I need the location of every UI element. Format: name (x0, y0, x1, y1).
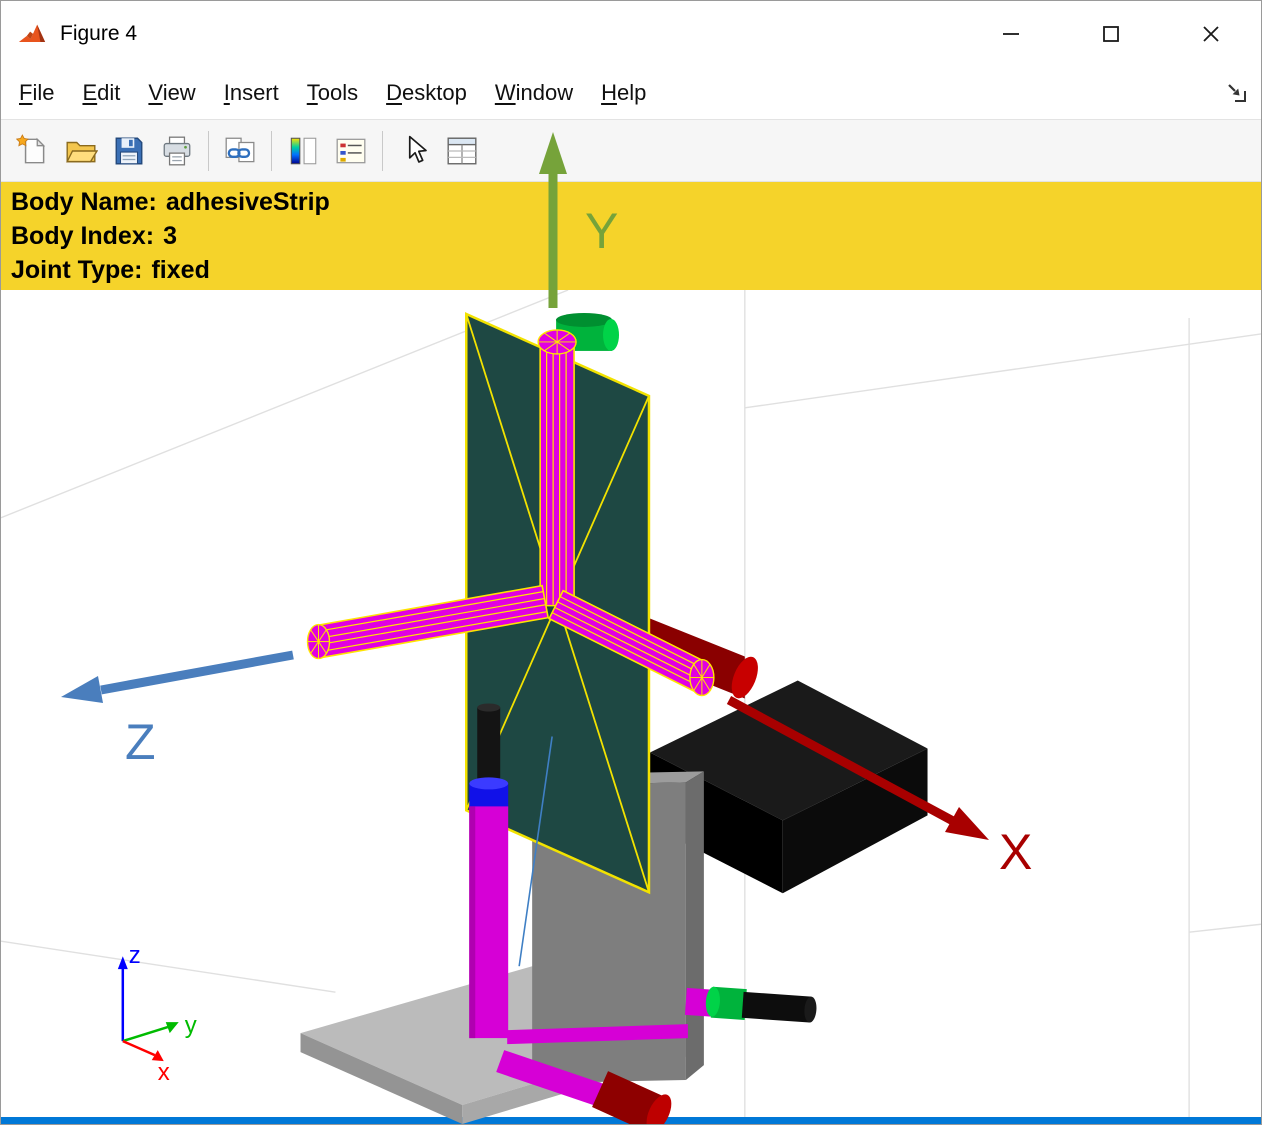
menu-window-rest: indow (515, 80, 574, 105)
body-index-value: 3 (163, 222, 177, 250)
window-controls (961, 1, 1261, 67)
menu-edit-mnemonic: E (82, 80, 98, 105)
scene-canvas[interactable]: z y x (1, 290, 1261, 1124)
insert-legend-icon (336, 138, 366, 163)
toolbar-separator (208, 130, 209, 171)
menu-window[interactable]: Window (481, 80, 587, 106)
body-index-label: Body Index: (11, 222, 155, 250)
menu-file-mnemonic: F (19, 80, 33, 105)
figure-toolbar (1, 119, 1261, 182)
print-figure-button[interactable] (153, 127, 201, 175)
menu-desktop[interactable]: Desktop (372, 80, 481, 106)
dock-figure-button[interactable] (1225, 81, 1249, 105)
joint-type-value: fixed (151, 256, 210, 284)
open-file-button[interactable] (57, 127, 105, 175)
body-name-label: Body Name: (11, 188, 157, 216)
titlebar: Figure 4 (1, 1, 1261, 67)
window-title: Figure 4 (60, 22, 138, 45)
menubar: File Edit View Insert Tools Desktop Wind… (1, 67, 1261, 119)
menu-edit-rest: dit (97, 80, 121, 105)
figure-window: Figure 4 File Edit View Insert Tools Des… (0, 0, 1262, 1125)
body-name-value: adhesiveStrip (165, 188, 330, 216)
info-banner: Body Name: adhesiveStrip Body Index: 3 Joi… (1, 182, 1261, 290)
menu-tools-mnemonic: T (306, 80, 318, 105)
insert-colorbar-button[interactable] (279, 127, 327, 175)
menu-view[interactable]: View (134, 80, 209, 106)
menu-help[interactable]: Help (587, 80, 660, 106)
toolbar-separator (271, 130, 272, 171)
menu-tools[interactable]: Tools (293, 80, 372, 106)
save-figure-icon (115, 137, 143, 164)
joint-type-label: Joint Type: (11, 256, 143, 284)
print-figure-icon (163, 136, 191, 165)
menu-desktop-rest: esktop (402, 80, 467, 105)
close-button[interactable] (1161, 1, 1261, 67)
toolbar-separator (382, 130, 383, 171)
new-figure-button[interactable] (9, 127, 57, 175)
menu-view-mnemonic: V (148, 80, 163, 105)
menu-tools-rest: ools (317, 80, 359, 105)
menu-view-rest: iew (162, 80, 196, 105)
edit-plot-icon (408, 135, 427, 163)
insert-legend-button[interactable] (327, 127, 375, 175)
minimize-icon (1003, 33, 1019, 35)
body-index-line: Body Index: 3 (11, 219, 1251, 253)
link-plot-icon (225, 137, 255, 162)
dock-arrow-icon (1228, 84, 1246, 102)
body-name-line: Body Name: adhesiveStrip (11, 185, 1251, 219)
insert-colorbar-icon (290, 137, 317, 164)
maximize-button[interactable] (1061, 1, 1161, 67)
triad-z-label: z (129, 942, 141, 969)
menu-help-rest: elp (616, 80, 647, 105)
close-icon (1203, 26, 1219, 42)
menu-insert-rest: nsert (229, 80, 279, 105)
edit-plot-button[interactable] (390, 127, 438, 175)
menu-file-rest: ile (32, 80, 55, 105)
figure-canvas[interactable]: z y x (1, 290, 1261, 1124)
property-inspector-button[interactable] (438, 127, 486, 175)
menu-file[interactable]: File (5, 80, 68, 106)
menu-desktop-mnemonic: D (386, 80, 402, 105)
link-plot-button[interactable] (216, 127, 264, 175)
menu-edit[interactable]: Edit (68, 80, 134, 106)
maximize-icon (1103, 26, 1119, 42)
matlab-logo-icon (18, 24, 46, 42)
open-file-icon (66, 141, 98, 162)
triad-x-label: x (158, 1059, 170, 1086)
property-inspector-icon (447, 137, 477, 164)
menu-insert[interactable]: Insert (210, 80, 293, 106)
triad-y-label: y (185, 1012, 197, 1039)
menu-help-mnemonic: H (601, 80, 617, 105)
new-figure-icon (16, 133, 46, 163)
save-figure-button[interactable] (105, 127, 153, 175)
joint-type-line: Joint Type: fixed (11, 253, 1251, 287)
right-link-body[interactable] (684, 985, 818, 1025)
origin-triad: z y x (117, 942, 197, 1086)
minimize-button[interactable] (961, 1, 1061, 67)
menu-window-mnemonic: W (494, 80, 516, 105)
